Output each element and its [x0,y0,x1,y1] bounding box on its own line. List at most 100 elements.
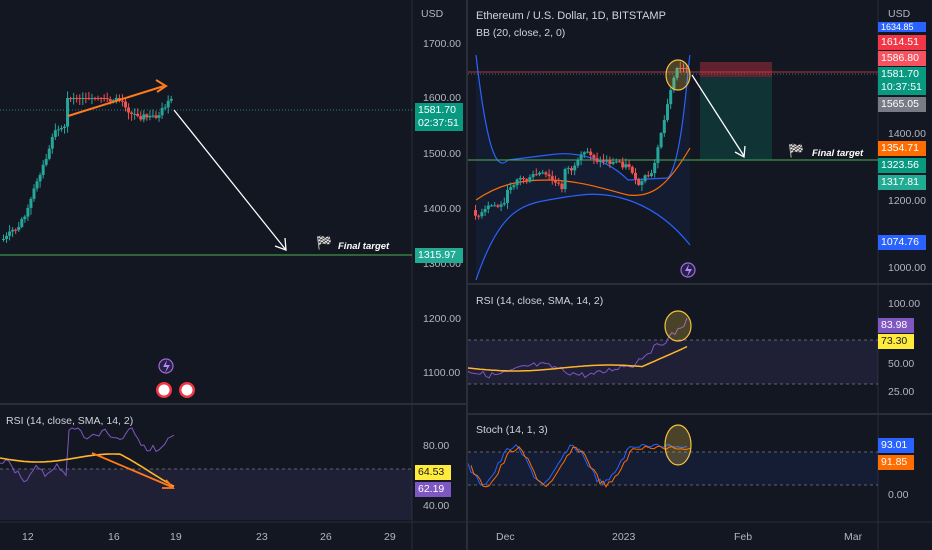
right-candle-body [627,164,631,167]
right-candle-body [566,168,570,170]
right-candle-body [499,204,503,207]
left-candle-body [17,226,21,231]
bb-indicator-title[interactable]: BB (20, close, 2, 0) [476,27,565,39]
right-rsi-title[interactable]: RSI (14, close, SMA, 14, 2) [476,295,603,307]
right-candle-body [618,161,621,163]
right-candle-body [643,175,647,182]
right-candle-body [515,179,519,186]
right-candle-body [563,169,567,190]
left-candle-body [56,129,60,131]
stoch-k-tag: 93.01 [878,438,914,453]
left-candle-body [38,175,42,182]
right-chart-pane[interactable]: Ethereum / U.S. Dollar, 1D, BITSTAMP BB … [468,0,932,550]
left-candle-body [14,229,18,231]
left-candle-body [145,114,149,118]
right-currency-label: USD [888,8,911,20]
right-candle-body [659,133,663,148]
left-rsi-value-tag: 62.19 [415,482,451,497]
right-price-tag-upper-band: 1634.85 [878,22,926,32]
right-candle-body [640,181,644,185]
right-candle-body [541,172,545,174]
left-candle-body [20,219,24,227]
left-candle-body [53,130,57,138]
right-candle-body [496,205,500,207]
right-time-tick: Feb [734,531,753,543]
right-candle-body [650,173,653,177]
right-candle-body [595,158,599,162]
left-candle-body [93,98,97,99]
right-candle-body [525,179,529,182]
right-candle-body [490,205,493,207]
left-rsi-title[interactable]: RSI (14, close, SMA, 14, 2) [6,415,133,427]
left-candle-body [44,158,48,165]
left-bar-countdown: 02:37:51 [418,117,459,129]
left-price-tick: 1200.00 [423,313,461,325]
left-time-tick: 12 [22,531,34,543]
right-candle-body [547,174,551,177]
left-current-price: 1581.70 [418,104,456,116]
left-candle-body [84,98,88,99]
left-candle-body [163,107,167,109]
right-candle-body [576,160,580,166]
right-candle-body [602,159,605,162]
right-candle-body [474,210,477,216]
left-price-chart[interactable] [0,0,466,550]
left-rsi-tick: 40.00 [423,500,450,512]
right-candle-body [483,209,487,213]
left-candle-body [157,115,161,118]
symbol-title[interactable]: Ethereum / U.S. Dollar, 1D, BITSTAMP [476,10,666,22]
left-candle-body [160,108,164,116]
left-rsi-band [0,469,412,520]
right-rsi-value-tag: 83.98 [878,318,914,333]
left-candle-body [148,115,152,118]
right-candle-body [624,164,628,168]
left-candle-body [8,231,12,236]
right-rsi-tick: 25.00 [888,386,915,398]
right-candle-body [538,172,541,175]
left-candle-body [35,181,39,189]
right-price-tick: 1400.00 [888,128,926,140]
left-chart-pane[interactable]: USD 1700.00 1600.00 1500.00 1400.00 1300… [0,0,466,550]
right-candle-body [477,215,481,217]
left-candle-body [127,107,131,113]
right-candle-body [589,151,593,156]
right-time-tick: 2023 [612,531,636,543]
right-candle-body [579,154,583,161]
right-price-tag-gray: 1565.05 [878,97,926,112]
left-candle-body [96,98,100,99]
left-candle-body [169,98,173,101]
left-candle-body [63,126,66,129]
left-candle-body [72,98,76,100]
left-price-tick: 1400.00 [423,203,461,215]
right-candle-body [560,183,564,190]
left-candle-body [130,112,134,114]
right-candle-body [605,160,609,162]
left-candle-body [47,148,51,159]
left-time-tick: 29 [384,531,396,543]
right-candle-body [598,159,602,162]
right-price-tag-short-stop: 1614.51 [878,35,926,50]
right-current-price: 1581.70 [881,68,919,80]
right-candle-body [506,189,509,203]
stoch-title[interactable]: Stoch (14, 1, 3) [476,424,548,436]
right-candle-body [637,178,641,185]
right-candle-body [502,202,506,205]
left-candle-body [142,114,146,120]
us-flag-event-inner [158,384,170,396]
checkered-flag-icon: 🏁 [316,235,333,250]
right-rsi-tick: 50.00 [888,358,915,370]
left-candle-body [105,98,109,100]
left-candle-body [120,100,124,102]
left-candle-body [32,188,36,199]
left-price-tick: 1100.00 [423,367,461,379]
left-candle-body [41,164,45,176]
right-candle-body [518,177,522,180]
right-candle-body [554,180,557,183]
left-time-tick: 26 [320,531,332,543]
left-candle-body [133,113,137,115]
right-price-chart[interactable] [468,0,932,550]
right-price-tag-bb-basis: 1354.71 [878,141,926,156]
right-bar-countdown: 10:37:51 [881,81,922,93]
left-candle-body [81,98,85,99]
right-candle-body [480,212,484,217]
